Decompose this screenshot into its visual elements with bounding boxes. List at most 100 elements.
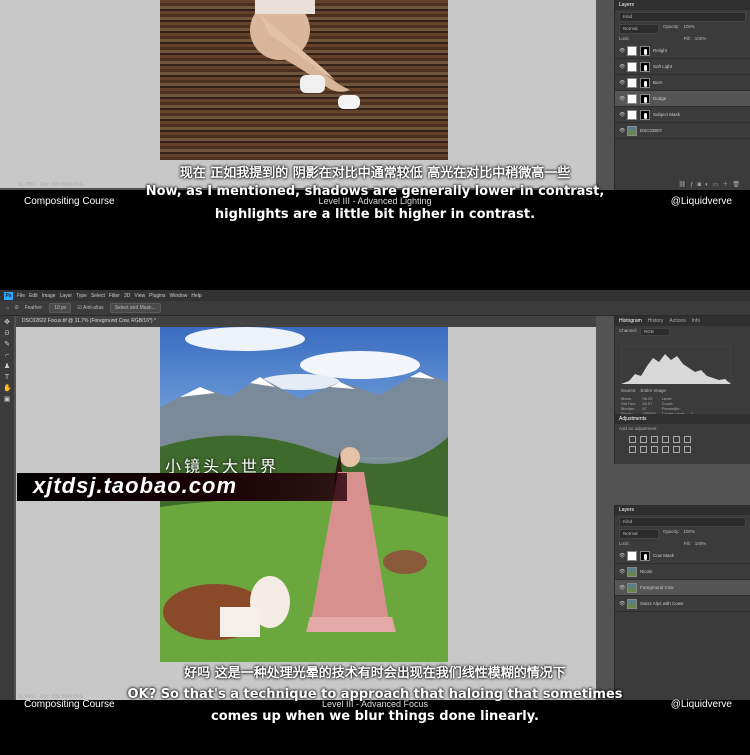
menu-item-help[interactable]: Help — [191, 293, 201, 299]
layer-mask-thumbnail[interactable] — [640, 550, 650, 561]
menu-item-3d[interactable]: 3D — [124, 293, 130, 299]
feather-label: Feather: — [24, 305, 44, 311]
vibrance-icon[interactable] — [673, 436, 680, 443]
video-frame-top: 11.75% Doc: 200.0M/3.51G Layers Kind Nor… — [0, 0, 750, 225]
eye-icon[interactable]: 👁 — [619, 128, 625, 134]
blend-mode-select[interactable]: Normal — [619, 529, 659, 539]
brightness-icon[interactable] — [629, 436, 636, 443]
fill-label: Fill: — [683, 541, 691, 546]
menu-items: File Edit Image Layer Type Select Filter 3D View… — [17, 293, 202, 299]
menu-item-plugins[interactable]: Plugins — [149, 293, 165, 299]
layer-row[interactable]: 👁 DSC03807 — [615, 123, 750, 139]
stamp-tool-icon[interactable]: ♟ — [3, 363, 11, 371]
menu-item-view[interactable]: View — [134, 293, 145, 299]
layer-thumbnail — [627, 77, 637, 88]
menu-item-image[interactable]: Image — [42, 293, 56, 299]
home-icon[interactable]: ⌂ — [6, 305, 9, 311]
layer-mask-thumbnail[interactable] — [640, 45, 650, 56]
menu-item-edit[interactable]: Edit — [29, 293, 38, 299]
color-swatches-icon[interactable]: ▣ — [3, 396, 11, 404]
layer-kind-filter[interactable]: Kind — [619, 517, 746, 527]
eye-icon[interactable]: 👁 — [619, 80, 625, 86]
eye-icon[interactable]: 👁 — [619, 96, 625, 102]
curves-icon[interactable] — [651, 436, 658, 443]
layer-row[interactable]: 👁 Soft Light — [615, 59, 750, 75]
layer-mask-thumbnail[interactable] — [640, 77, 650, 88]
layer-thumbnail — [627, 582, 637, 593]
eye-icon[interactable]: 👁 — [619, 48, 625, 54]
color-balance-icon[interactable] — [640, 446, 647, 453]
eye-icon[interactable]: 👁 — [619, 553, 625, 559]
layer-name: Foreground Cow — [640, 585, 674, 590]
layer-row[interactable]: 👁 Foreground Cow — [615, 580, 750, 596]
opacity-value[interactable]: 100% — [684, 24, 696, 34]
video-frame-bottom: Ps File Edit Image Layer Type Select Filter 3D V… — [0, 290, 750, 755]
select-and-mask-button[interactable]: Select and Mask... — [109, 303, 161, 313]
layer-mask-thumbnail[interactable] — [640, 61, 650, 72]
eye-icon[interactable]: 👁 — [619, 569, 625, 575]
levels-icon[interactable] — [640, 436, 647, 443]
channel-row: Channel: RGB — [615, 326, 750, 338]
eye-icon[interactable]: 👁 — [619, 64, 625, 70]
layer-row[interactable]: 👁 Cow Mask — [615, 548, 750, 564]
eye-icon[interactable]: 👁 — [619, 601, 625, 607]
layer-row[interactable]: 👁 Dodge — [615, 91, 750, 107]
menu-item-layer[interactable]: Layer — [60, 293, 73, 299]
eye-icon[interactable]: 👁 — [619, 585, 625, 591]
exposure-icon[interactable] — [662, 436, 669, 443]
opacity-value[interactable]: 100% — [684, 529, 696, 539]
gradient-icon[interactable] — [684, 436, 691, 443]
layer-kind-filter[interactable]: Kind — [619, 12, 746, 22]
tab-history[interactable]: History — [648, 318, 664, 324]
eyedropper-tool-icon[interactable]: ⌐ — [3, 352, 11, 360]
hue-saturation-icon[interactable] — [629, 446, 636, 453]
blend-mode-select[interactable]: Normal — [619, 24, 659, 34]
anti-alias-checkbox[interactable]: ☑ Anti-alias — [77, 305, 103, 311]
menu-item-window[interactable]: Window — [170, 293, 188, 299]
layer-mask-thumbnail[interactable] — [640, 93, 650, 104]
move-tool-icon[interactable]: ✥ — [3, 319, 11, 327]
brush-tool-icon[interactable]: ✎ — [3, 341, 11, 349]
source-select[interactable]: Entire Image — [641, 388, 667, 393]
course-level: Level III - Advanced Lighting — [318, 196, 432, 206]
layer-row[interactable]: 👁 Swiss Alps with Cows — [615, 596, 750, 612]
eye-icon[interactable]: 👁 — [619, 112, 625, 118]
hand-tool-icon[interactable]: ✋ — [3, 385, 12, 393]
layer-row[interactable]: 👁 Nicole — [615, 564, 750, 580]
layer-row[interactable]: 👁 Burn — [615, 75, 750, 91]
subtitle-chinese: 现在 正如我提到的 阴影在对比中通常较低 高光在对比中稍微高一些 — [179, 166, 571, 181]
photo-filter-icon[interactable] — [662, 446, 669, 453]
lasso-tool-icon[interactable]: ᘐ — [3, 330, 11, 338]
channel-select[interactable]: RGB — [640, 328, 671, 336]
layer-mask-thumbnail[interactable] — [640, 109, 650, 120]
histogram-graph — [621, 346, 731, 384]
feather-input[interactable]: 10 px — [49, 303, 72, 313]
menu-item-type[interactable]: Type — [76, 293, 87, 299]
canvas-area[interactable]: 11.75% Doc: 200.0M/3.51G — [0, 0, 596, 188]
canvas-area[interactable]: 11.66% Doc: 206.9M/3.53G — [16, 327, 596, 700]
menu-item-filter[interactable]: Filter — [109, 293, 120, 299]
lasso-tool-icon[interactable]: ᘐ — [15, 305, 19, 311]
channel-mixer-icon[interactable] — [673, 446, 680, 453]
subtitle-english-line2: highlights are a little bit higher in co… — [214, 207, 536, 222]
text-tool-icon[interactable]: T — [3, 374, 11, 382]
black-white-icon[interactable] — [651, 446, 658, 453]
fill-value[interactable]: 100% — [695, 36, 707, 41]
layer-thumbnail — [627, 45, 637, 56]
adjustments-tabs: Adjustments — [615, 414, 750, 424]
tab-layers[interactable]: Layers — [619, 2, 634, 8]
menu-item-select[interactable]: Select — [91, 293, 105, 299]
tab-histogram[interactable]: Histogram — [619, 318, 642, 324]
layer-row[interactable]: 👁 Relight — [615, 43, 750, 59]
layer-row[interactable]: 👁 Subject Mask — [615, 107, 750, 123]
stats-right-labels: Level:Count:Percentile:Cache Level: — [662, 396, 685, 416]
tab-actions[interactable]: Actions — [669, 318, 685, 324]
document-tab[interactable]: DSC02622 Focus.tif @ 11.7% (Foreground C… — [16, 316, 596, 327]
tab-adjustments[interactable]: Adjustments — [619, 416, 647, 422]
tab-layers[interactable]: Layers — [619, 507, 634, 513]
menu-item-file[interactable]: File — [17, 293, 25, 299]
tab-info[interactable]: Info — [692, 318, 700, 324]
color-lookup-icon[interactable] — [684, 446, 691, 453]
photoshop-logo-icon: Ps — [4, 291, 13, 300]
fill-value[interactable]: 100% — [695, 541, 707, 546]
